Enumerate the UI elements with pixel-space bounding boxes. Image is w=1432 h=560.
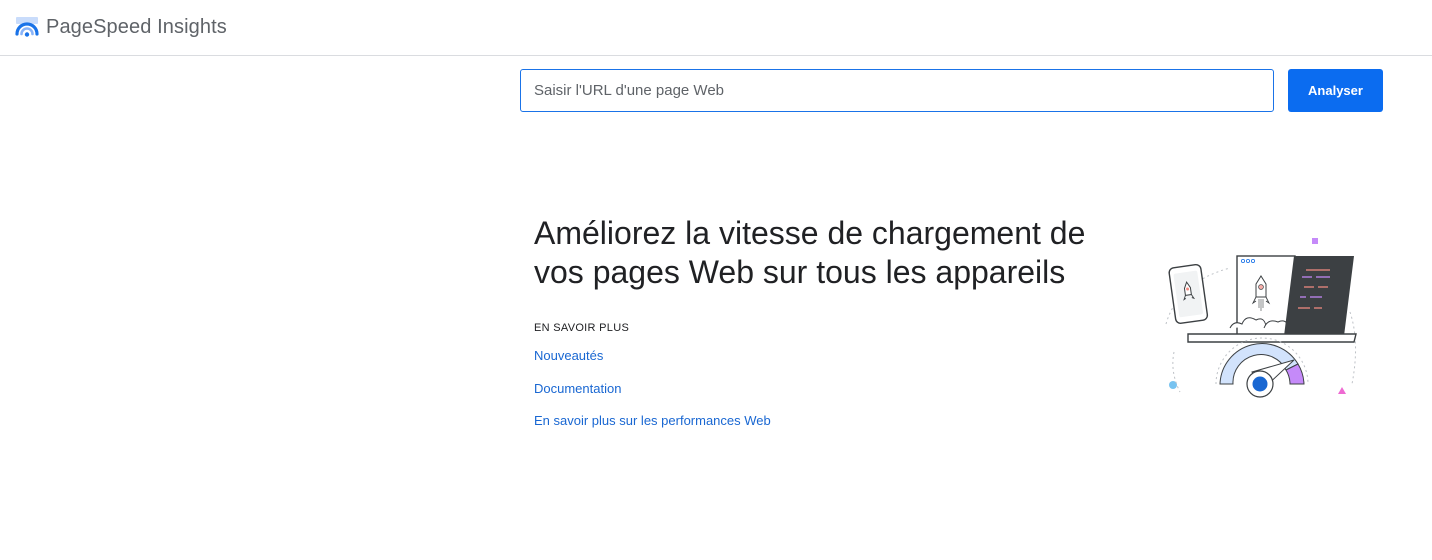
- speed-gauge-devices-illustration: [1165, 238, 1357, 398]
- hero-title: Améliorez la vitesse de chargement de vo…: [534, 214, 1134, 292]
- speed-gauge-icon: [1215, 337, 1309, 398]
- web-performance-link[interactable]: En savoir plus sur les performances Web: [534, 413, 771, 428]
- learn-more-links: Nouveautés Documentation En savoir plus …: [534, 347, 771, 445]
- dotted-arc: [1349, 311, 1357, 385]
- home-logo-link[interactable]: PageSpeed Insights: [14, 13, 227, 41]
- top-header: PageSpeed Insights: [0, 0, 1432, 56]
- list-item: Nouveautés: [534, 347, 771, 380]
- app-title: PageSpeed Insights: [46, 15, 227, 38]
- documentation-link[interactable]: Documentation: [534, 381, 621, 396]
- laptop-icon: [1187, 255, 1357, 343]
- analyze-button[interactable]: Analyser: [1288, 69, 1383, 112]
- phone-icon: [1168, 263, 1209, 324]
- url-search-input[interactable]: [520, 69, 1274, 112]
- whats-new-link[interactable]: Nouveautés: [534, 348, 603, 363]
- hero-title-line-1: Améliorez la vitesse de chargement de: [534, 215, 1086, 251]
- list-item: Documentation: [534, 380, 771, 413]
- hero-title-line-2: vos pages Web sur tous les appareils: [534, 254, 1066, 290]
- purple-square-shape: [1312, 238, 1318, 244]
- learn-more-heading: EN SAVOIR PLUS: [534, 322, 630, 334]
- list-item: En savoir plus sur les performances Web: [534, 412, 771, 445]
- pink-triangle-shape: [1338, 387, 1346, 394]
- pagespeed-logo-icon: [15, 17, 39, 37]
